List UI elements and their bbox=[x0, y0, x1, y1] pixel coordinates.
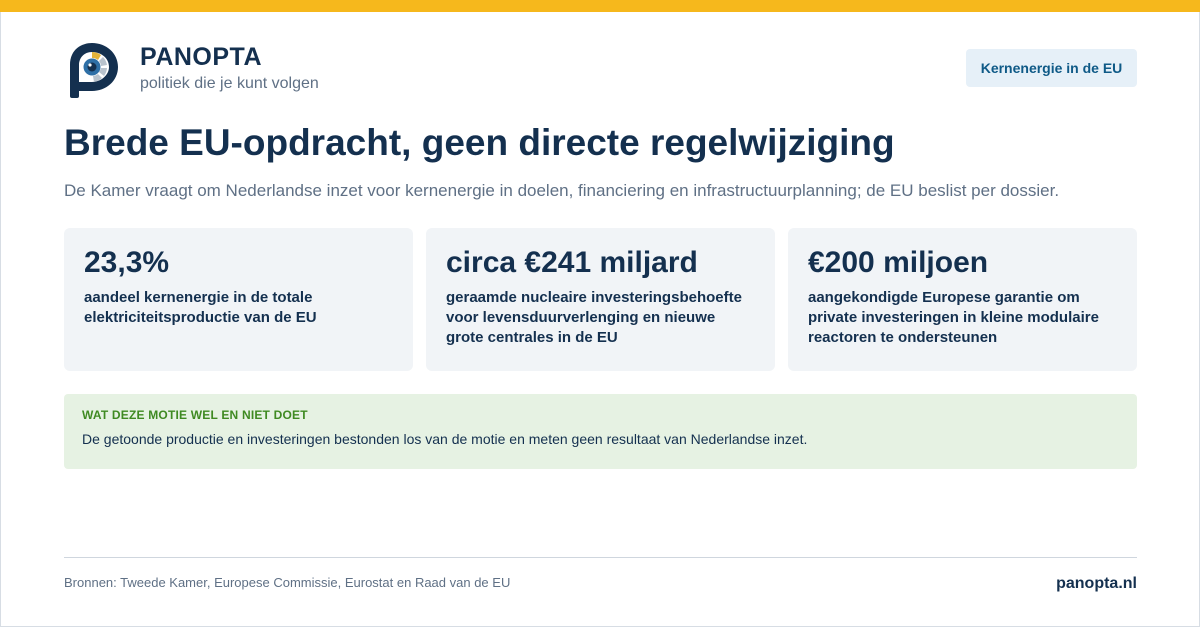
stat-description: geraamde nucleaire investeringsbehoefte … bbox=[446, 289, 742, 346]
stat-value: circa €241 miljard bbox=[446, 246, 698, 279]
brand-name: PANOPTA bbox=[140, 43, 263, 71]
note-text: De getoonde productie en investeringen b… bbox=[82, 431, 808, 447]
page-subtitle: De Kamer vraagt om Nederlandse inzet voo… bbox=[64, 181, 1060, 200]
brand-tagline: politiek die je kunt volgen bbox=[140, 75, 319, 92]
stat-description: aangekondigde Europese garantie om priva… bbox=[808, 289, 1099, 346]
stat-card: circa €241 miljard geraamde nucleaire in… bbox=[426, 228, 775, 371]
stat-card: 23,3% aandeel kernenergie in de totale e… bbox=[64, 228, 413, 371]
stat-description: aandeel kernenergie in de totale elektri… bbox=[84, 289, 317, 326]
stat-value: €200 miljoen bbox=[808, 246, 989, 279]
footer-divider bbox=[64, 557, 1137, 558]
stat-value: 23,3% bbox=[84, 246, 170, 279]
note-title: WAT DEZE MOTIE WEL EN NIET DOET bbox=[82, 408, 308, 422]
panopta-logo-icon bbox=[68, 41, 120, 99]
motion-note-box: WAT DEZE MOTIE WEL EN NIET DOET De getoo… bbox=[64, 394, 1137, 469]
site-link[interactable]: panopta.nl bbox=[1056, 575, 1137, 593]
stat-card: €200 miljoen aangekondigde Europese gara… bbox=[788, 228, 1137, 371]
topic-badge[interactable]: Kernenergie in de EU bbox=[966, 49, 1137, 87]
accent-top-bar bbox=[0, 0, 1200, 12]
sources-text: Bronnen: Tweede Kamer, Europese Commissi… bbox=[64, 575, 511, 590]
page-title: Brede EU-opdracht, geen directe regelwij… bbox=[64, 122, 895, 163]
